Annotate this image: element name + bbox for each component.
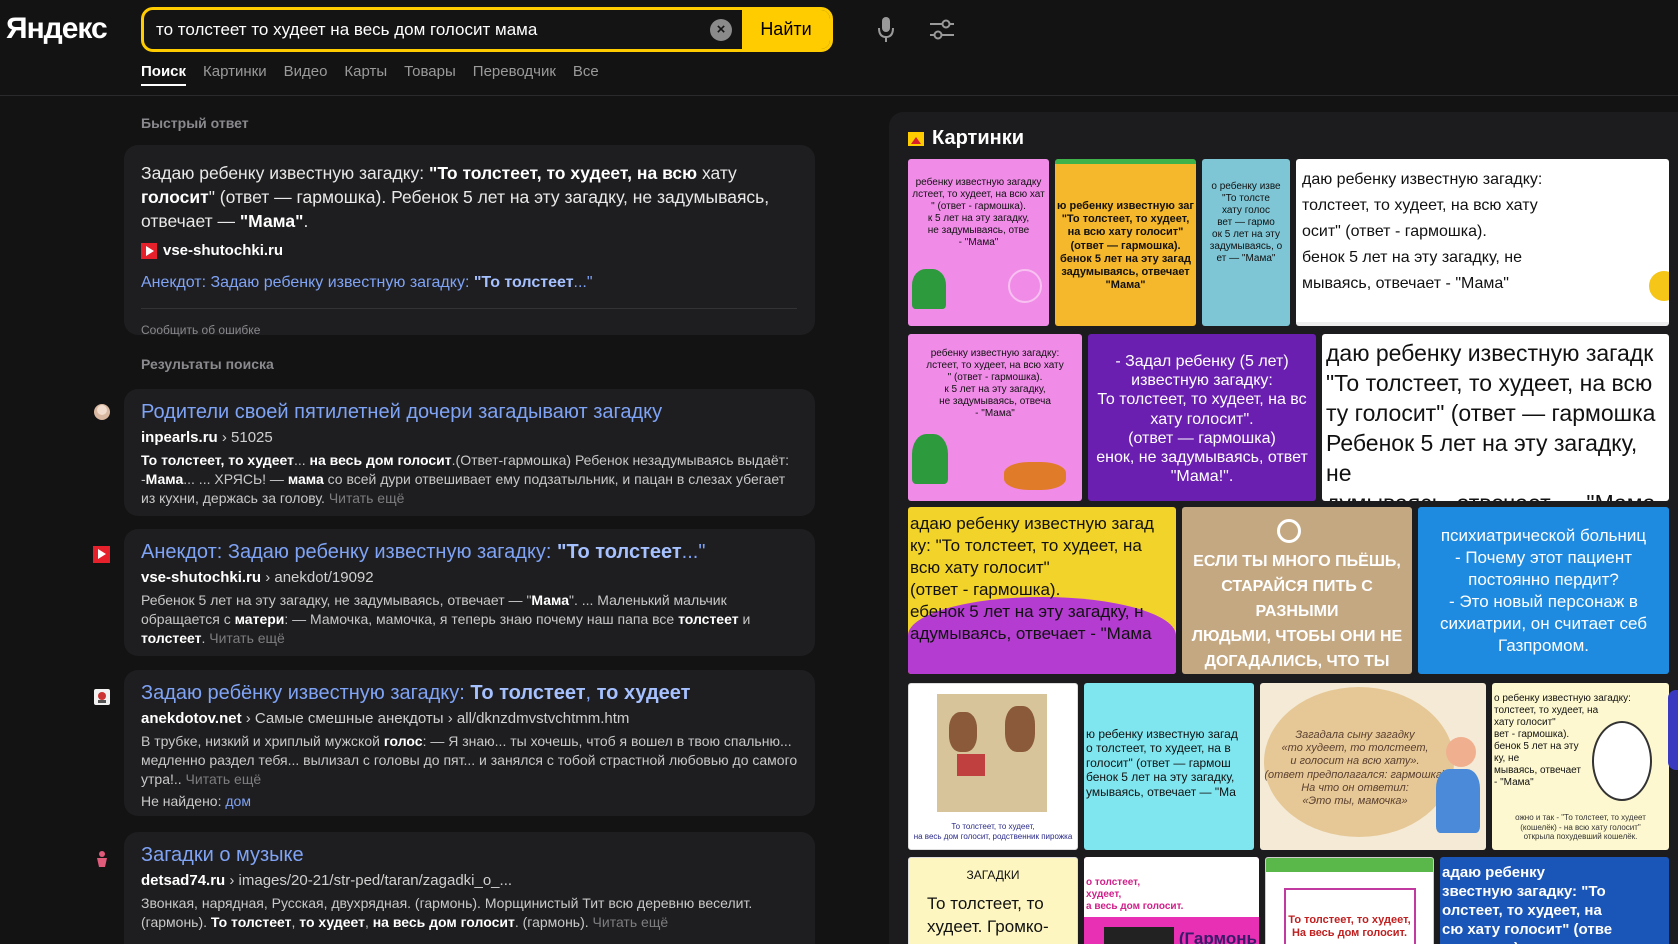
result-card: Анекдот: Задаю ребенку известную загадку… xyxy=(124,529,815,656)
yandex-logo[interactable]: Яндекс xyxy=(6,12,108,46)
quick-answer-card: Задаю ребенку известную загадку: "То тол… xyxy=(124,145,815,337)
detsad74-favicon-icon xyxy=(97,851,107,867)
image-thumbnail[interactable]: ю ребенку известную загад о толстеет, то … xyxy=(1084,683,1254,850)
thumbnail-text: ю ребенку известную загад о толстеет, то … xyxy=(1086,727,1238,799)
image-thumbnail[interactable]: То толстеет, то худеет, На весь дом голос… xyxy=(1265,857,1434,944)
tab-all[interactable]: Все xyxy=(573,63,599,86)
thumbnail-text: даю ребенку известную загадк "То толстеет… xyxy=(1326,340,1656,501)
read-more-link[interactable]: Читать ещё xyxy=(329,490,405,506)
result-card: Загадки о музыке detsad74.ru › images/20… xyxy=(124,832,815,944)
read-more-link[interactable]: Читать ещё xyxy=(593,914,669,930)
quick-answer-title: Быстрый ответ xyxy=(141,115,249,131)
tab-search[interactable]: Поиск xyxy=(141,63,187,86)
result-card: Задаю ребёнку известную загадку: То толс… xyxy=(124,670,815,816)
quick-answer-source[interactable]: vse-shutochki.ru xyxy=(141,242,283,259)
result-title[interactable]: Родители своей пятилетней дочери загадыв… xyxy=(141,401,662,424)
thumbnail-text: даю ребенку известную загадку: толстеет, … xyxy=(1302,171,1543,292)
tab-products[interactable]: Товары xyxy=(404,63,456,86)
image-thumbnail[interactable]: ЗАГАДКИ То толстеет, тохудеет. Громко-гр… xyxy=(908,857,1078,944)
thumbnail-text: То толстеет, тохудеет. Громко-громко гол… xyxy=(927,894,1049,944)
thumbnail-text: адаю ребенку известную загад ку: "То толс… xyxy=(910,514,1154,643)
thumbnail-heading: ЗАГАДКИ xyxy=(966,868,1020,882)
vse-shutochki-favicon-icon xyxy=(141,242,157,259)
result-title[interactable]: Загадки о музыке xyxy=(141,844,304,867)
vse-shutochki-favicon-icon xyxy=(93,546,110,563)
thumbnail-text: адаю ребенку звестную загадку: "То олстеет… xyxy=(1442,864,1613,944)
thumbnail-caption: ожно и так - "То толстеет, то худеет (кош… xyxy=(1515,813,1646,842)
result-url[interactable]: anekdotov.net › Самые смешные анекдоты ›… xyxy=(141,710,629,727)
thumbnail-text: То толстеет, то худеет, На весь дом голос… xyxy=(1288,914,1411,940)
quick-answer-link[interactable]: Анекдот: Задаю ребенку известную загадку… xyxy=(141,274,593,292)
search-tabs: Поиск Картинки Видео Карты Товары Перево… xyxy=(141,63,599,86)
scroll-handle[interactable] xyxy=(1668,690,1678,770)
thumbnail-text: психиатрической больниц - Почему этот пац… xyxy=(1440,526,1647,655)
result-snippet: Ребенок 5 лет на эту загадку, не задумыв… xyxy=(141,592,751,646)
thumbnail-text: - Задал ребенку (5 лет) известную загадку… xyxy=(1096,353,1308,486)
thumbnail-text: о ребенку изве "То толсте хату голос вет — … xyxy=(1209,181,1283,264)
image-thumbnail[interactable]: о толстеет, худеет, а весь дом голосит. (Г… xyxy=(1084,857,1259,944)
result-snippet: Звонкая, нарядная, Русская, двухрядная. … xyxy=(141,895,753,930)
search-box: × Найти xyxy=(141,7,833,52)
thumbnail-text: Загадала сыну загадку «то худеет, то толс… xyxy=(1264,729,1446,807)
inpearls-favicon-icon xyxy=(94,404,110,420)
image-thumbnail[interactable]: ребенку известную загадку лстеет, то худе… xyxy=(908,159,1049,326)
image-thumbnail[interactable]: ЕСЛИ ТЫ МНОГО ПЬЁШЬ, СТАРАЙСЯ ПИТЬ С РАЗН… xyxy=(1182,507,1412,674)
result-card: Родители своей пятилетней дочери загадыв… xyxy=(124,389,815,516)
search-input[interactable] xyxy=(156,10,696,49)
read-more-link[interactable]: Читать ещё xyxy=(186,771,262,787)
image-thumbnail[interactable]: даю ребенку известную загадк "То толстеет… xyxy=(1322,334,1669,501)
tab-maps[interactable]: Карты xyxy=(344,63,387,86)
images-icon xyxy=(908,131,924,146)
images-header[interactable]: Картинки xyxy=(908,127,1024,150)
read-more-link[interactable]: Читать ещё xyxy=(209,630,285,646)
image-thumbnail[interactable]: о ребенку известную загадку: толстеет, то… xyxy=(1492,683,1669,850)
image-thumbnail[interactable]: ю ребенку известную заг "То толстеет, то … xyxy=(1055,159,1196,326)
tab-video[interactable]: Видео xyxy=(284,63,328,86)
result-url[interactable]: detsad74.ru › images/20-21/str-ped/taran… xyxy=(141,872,512,889)
anekdotov-favicon-icon xyxy=(94,689,110,705)
divider xyxy=(141,308,797,309)
result-url[interactable]: inpearls.ru › 51025 xyxy=(141,429,273,446)
image-thumbnail[interactable]: даю ребенку известную загадку: толстеет, … xyxy=(1296,159,1669,326)
not-found-note: Не найдено: дом xyxy=(141,793,251,809)
tab-translate[interactable]: Переводчик xyxy=(473,63,556,86)
filter-icon[interactable] xyxy=(930,19,954,41)
thumbnail-answer: (Гармонь xyxy=(1178,929,1257,944)
thumbnail-text: ЕСЛИ ТЫ МНОГО ПЬЁШЬ, СТАРАЙСЯ ПИТЬ С РАЗН… xyxy=(1191,553,1403,670)
tab-images[interactable]: Картинки xyxy=(203,63,267,86)
image-thumbnail[interactable]: - Задал ребенку (5 лет) известную загадку… xyxy=(1088,334,1316,501)
image-thumbnail[interactable]: адаю ребенку звестную загадку: "То олстеет… xyxy=(1440,857,1669,944)
thumbnail-text: ребенку известную загадку лстеет, то худе… xyxy=(912,177,1045,248)
image-thumbnail[interactable]: Загадала сыну загадку «то худеет, то толс… xyxy=(1260,683,1486,850)
result-title[interactable]: Анекдот: Задаю ребенку известную загадку… xyxy=(141,541,705,564)
image-thumbnail[interactable]: психиатрической больниц - Почему этот пац… xyxy=(1418,507,1669,674)
thumbnail-text: ю ребенку известную заг "То толстеет, то … xyxy=(1057,200,1194,292)
header: Яндекс × Найти Поиск Картинки Видео Карт… xyxy=(0,0,1678,96)
result-url[interactable]: vse-shutochki.ru › anekdot/19092 xyxy=(141,569,374,586)
report-error-link[interactable]: Сообщить об ошибке xyxy=(141,323,260,337)
result-title[interactable]: Задаю ребёнку известную загадку: То толс… xyxy=(141,682,690,705)
images-panel: Картинки ребенку известную загадку лстеет… xyxy=(889,112,1678,944)
quick-answer-text: Задаю ребенку известную загадку: "То тол… xyxy=(141,163,770,231)
result-snippet: В трубке, низкий и хриплый мужской голос… xyxy=(141,733,798,787)
results-title: Результаты поиска xyxy=(141,356,274,372)
image-thumbnail[interactable]: адаю ребенку известную загад ку: "То толс… xyxy=(908,507,1176,674)
result-snippet: То толстеет, то худеет... на весь дом го… xyxy=(141,452,789,506)
image-thumbnail[interactable]: о ребенку изве "То толсте хату голос вет — … xyxy=(1202,159,1290,326)
thumbnail-text: о толстеет, худеет, а весь дом голосит. xyxy=(1086,877,1184,912)
mic-icon[interactable] xyxy=(878,16,894,44)
not-found-word-link[interactable]: дом xyxy=(225,793,251,809)
image-thumbnail[interactable]: ребенку известную загадку: лстеет, то худ… xyxy=(908,334,1082,501)
image-thumbnail[interactable]: То толстеет, то худеет, на весь дом голос… xyxy=(908,683,1078,850)
find-button[interactable]: Найти xyxy=(742,10,830,49)
clear-icon[interactable]: × xyxy=(710,19,732,41)
thumbnail-text: То толстеет, то худеет, на весь дом голос… xyxy=(913,822,1073,841)
thumbnail-text: ребенку известную загадку: лстеет, то худ… xyxy=(926,348,1064,419)
